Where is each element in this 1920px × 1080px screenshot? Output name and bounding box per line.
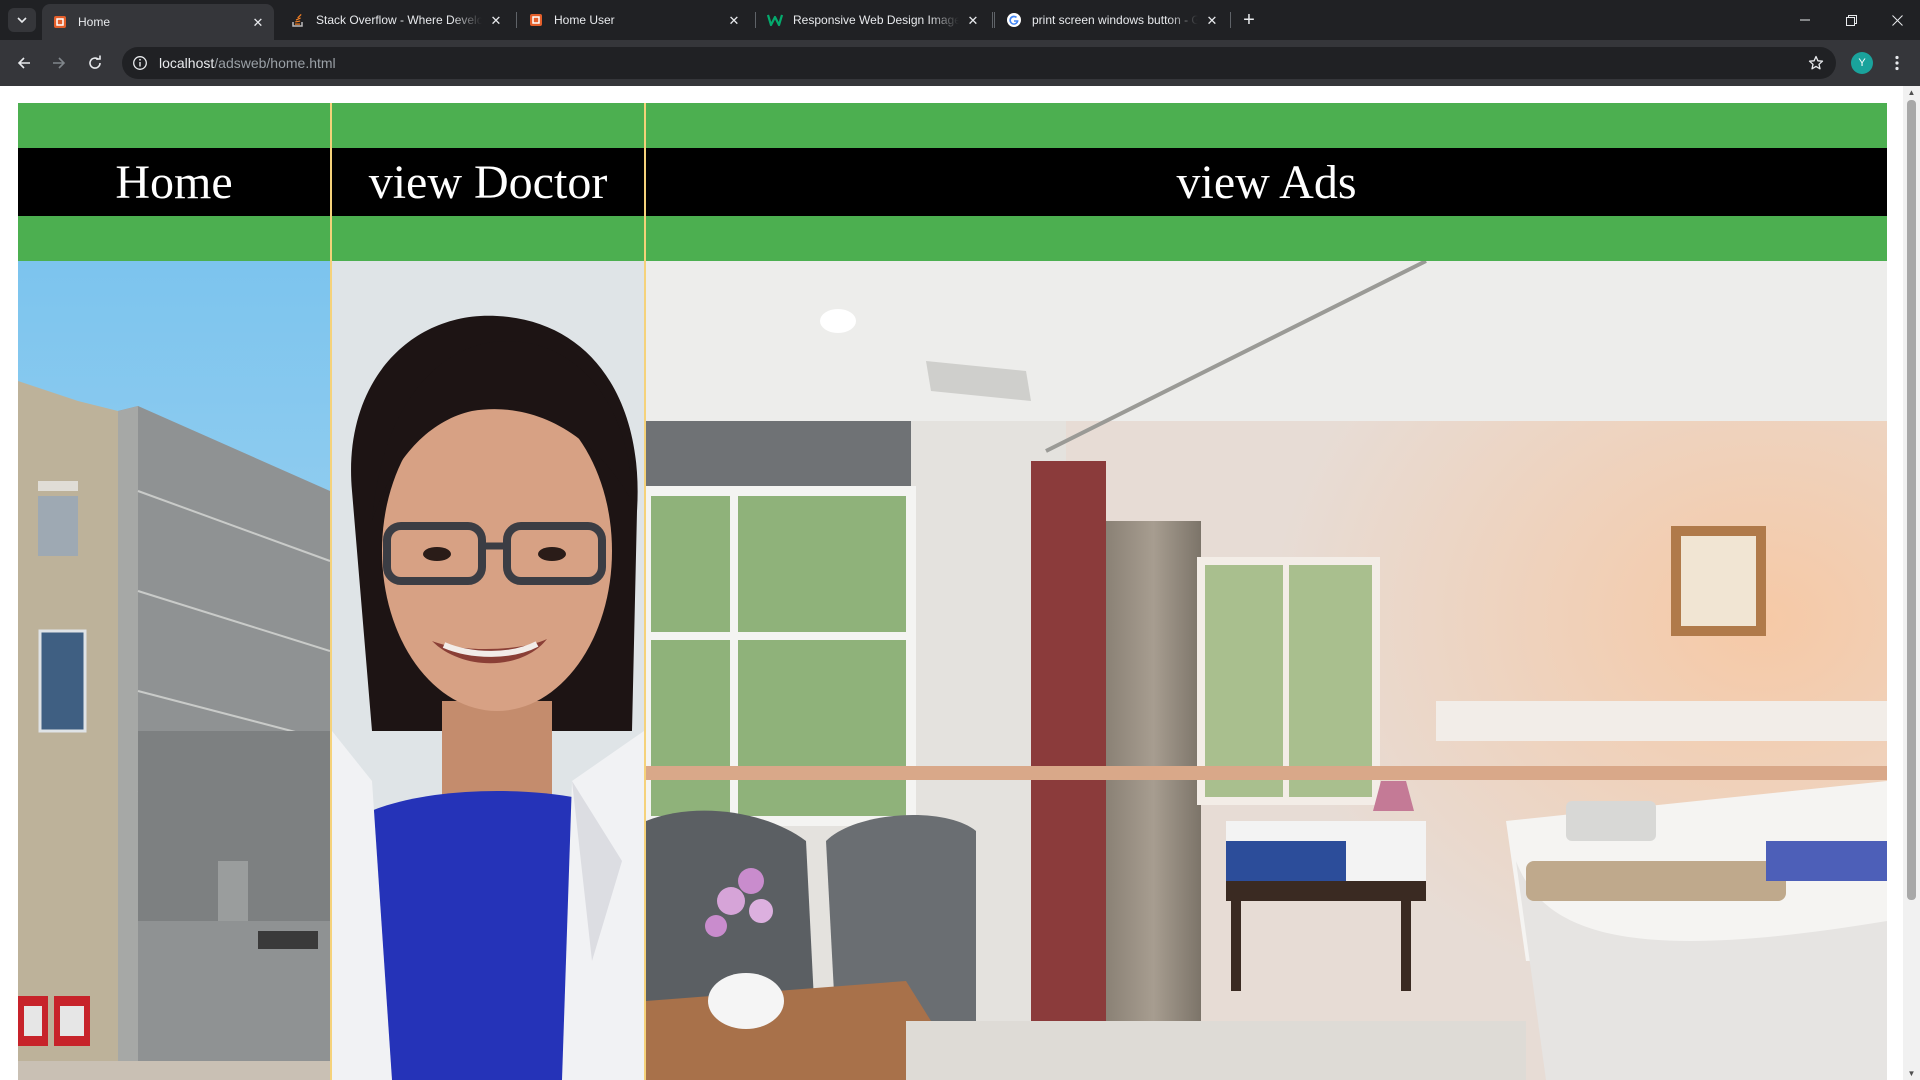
- nav-link-view-doctor[interactable]: view Doctor: [332, 148, 644, 216]
- hospital-room-photo[interactable]: [646, 261, 1887, 1080]
- html5-icon: [52, 14, 68, 30]
- green-band: [18, 216, 330, 261]
- tab-google-search[interactable]: print screen windows button - Google Sea…: [996, 4, 1228, 36]
- minimize-icon: [1800, 19, 1810, 21]
- page-viewport: Home view Doctor view Ads ▲ ▼: [0, 86, 1920, 1080]
- tab-separator: [992, 12, 993, 28]
- browser-menu-button[interactable]: [1886, 52, 1908, 74]
- close-icon[interactable]: ✕: [726, 12, 742, 28]
- html5-icon: [528, 12, 544, 28]
- green-band: [332, 216, 644, 261]
- green-band: [646, 216, 1887, 261]
- close-icon: [1891, 14, 1903, 26]
- restore-button[interactable]: [1828, 0, 1874, 40]
- tab-search-button[interactable]: [8, 8, 36, 32]
- green-band: [646, 103, 1887, 148]
- arrow-left-icon: [17, 57, 30, 69]
- browser-toolbar: localhost/adsweb/home.html Y: [0, 40, 1920, 86]
- reload-button[interactable]: [81, 49, 109, 77]
- url-path: /adsweb/home.html: [214, 55, 336, 71]
- page-content: Home view Doctor view Ads: [18, 103, 1887, 1080]
- scroll-thumb[interactable]: [1907, 100, 1916, 900]
- chevron-down-icon: [17, 17, 27, 24]
- nav-link-view-ads[interactable]: view Ads: [646, 148, 1887, 216]
- url-host: localhost: [159, 55, 215, 71]
- more-vertical-icon: [1895, 55, 1899, 71]
- green-band: [18, 103, 330, 148]
- tab-title: Home User: [554, 13, 615, 27]
- google-icon: [1006, 12, 1022, 28]
- url-text[interactable]: localhost/adsweb/home.html: [159, 47, 336, 79]
- bookmark-star-icon[interactable]: [1806, 53, 1826, 73]
- scroll-down-arrow-icon[interactable]: ▼: [1907, 1069, 1916, 1078]
- tab-strip: Home ✕ Stack Overflow - Where Developers…: [0, 0, 1920, 40]
- close-icon[interactable]: ✕: [965, 12, 981, 28]
- w3schools-icon: [767, 12, 783, 28]
- address-bar[interactable]: localhost/adsweb/home.html: [122, 47, 1836, 79]
- scroll-up-arrow-icon[interactable]: ▲: [1907, 88, 1916, 97]
- stackoverflow-icon: [290, 12, 306, 28]
- restore-icon: [1845, 14, 1857, 26]
- minimize-button[interactable]: [1782, 0, 1828, 40]
- arrow-right-icon: [53, 57, 66, 69]
- tab-stack-overflow[interactable]: Stack Overflow - Where Developers Learn …: [280, 4, 512, 36]
- close-window-button[interactable]: [1874, 0, 1920, 40]
- tab-separator: [755, 12, 756, 28]
- reload-icon: [89, 55, 101, 69]
- tab-title: Responsive Web Design Images: [793, 13, 959, 27]
- forward-button[interactable]: [45, 49, 73, 77]
- close-icon[interactable]: ✕: [1204, 12, 1220, 28]
- profile-avatar[interactable]: Y: [1851, 52, 1873, 74]
- tab-home-user[interactable]: Home User ✕: [518, 4, 750, 36]
- hospital-building-photo[interactable]: [18, 261, 330, 1080]
- tab-responsive-images[interactable]: Responsive Web Design Images ✕: [757, 4, 989, 36]
- tab-separator: [516, 12, 517, 28]
- new-tab-button[interactable]: +: [1236, 8, 1262, 32]
- tab-title: print screen windows button - Google Sea…: [1032, 13, 1198, 27]
- tab-separator: [1230, 12, 1231, 28]
- close-icon[interactable]: ✕: [488, 12, 504, 28]
- nav-column-ads: view Ads: [646, 103, 1887, 1080]
- tab-title: Stack Overflow - Where Developers Learn: [316, 13, 482, 27]
- green-band: [332, 103, 644, 148]
- doctor-portrait-photo[interactable]: [332, 261, 644, 1080]
- info-icon[interactable]: [130, 53, 150, 73]
- nav-link-home[interactable]: Home: [18, 148, 330, 216]
- tab-title: Home: [78, 15, 111, 29]
- page-scrollbar[interactable]: ▲ ▼: [1903, 86, 1920, 1080]
- nav-column-doctor: view Doctor: [332, 103, 644, 1080]
- nav-column-home: Home: [18, 103, 330, 1080]
- tab-separator: [994, 12, 995, 28]
- tab-home[interactable]: Home ✕: [42, 4, 274, 40]
- back-button[interactable]: [10, 49, 38, 77]
- close-icon[interactable]: ✕: [250, 14, 266, 30]
